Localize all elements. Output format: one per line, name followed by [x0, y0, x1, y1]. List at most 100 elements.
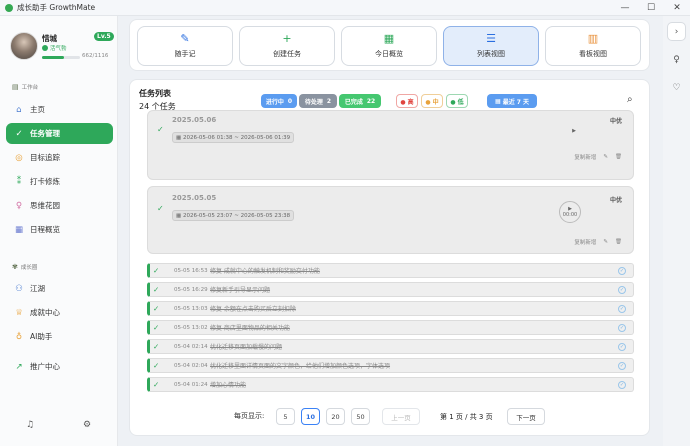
timer-text: 00:00	[562, 212, 578, 218]
task-row[interactable]: ✓ 05-04 02:04 优化迁移里面详情页面的文字颜色，给他们增加颜色选项，字体…	[147, 358, 634, 373]
check-icon[interactable]: ✓	[153, 323, 162, 332]
done-circle-icon[interactable]: ✓	[618, 342, 626, 351]
lightbulb-icon[interactable]: ♀	[667, 50, 686, 69]
task-time: 05-05 13:02	[174, 324, 208, 331]
done-circle-icon[interactable]: ✓	[618, 304, 626, 313]
done-circle-icon[interactable]: ✓	[618, 285, 626, 294]
prev-page-button[interactable]: 上一页	[382, 408, 420, 425]
list-icon: ☰	[486, 32, 496, 45]
priority-filter-1[interactable]: ● 中	[421, 94, 443, 108]
done-circle-icon[interactable]: ✓	[618, 323, 626, 332]
date-range-filter[interactable]: ▦ 最近 7 天	[487, 94, 537, 108]
sidebar-item-5[interactable]: ▦ 日程概览	[6, 219, 113, 240]
check-icon[interactable]: ✓	[153, 266, 162, 275]
maximize-button[interactable]: ☐	[638, 0, 664, 16]
edit-icon[interactable]: ✎	[603, 154, 608, 160]
trash-icon[interactable]: 🗑	[615, 154, 622, 160]
plus-icon: +	[282, 32, 292, 45]
tab-4[interactable]: ▥ 看板视图	[545, 26, 641, 66]
tab-label: 看板视图	[579, 50, 607, 58]
copy-add-button[interactable]: 复制新增	[574, 153, 596, 161]
section-label-growth: ✾ 成长圈	[12, 263, 38, 271]
sidebar: 惜城 Lv.5 活气勃 662/1116 ▤ 工作台 ⌂ 主页 ✓ 任务管理 ◎ 目标追踪 ⁑…	[0, 16, 118, 446]
xp-text: 662/1116	[82, 53, 109, 59]
collapse-icon[interactable]: ›	[667, 22, 686, 41]
sidebar-item-4[interactable]: ♀ 思维花园	[6, 195, 113, 216]
card-actions: 复制新增 ✎ 🗑	[574, 153, 622, 161]
search-icon[interactable]: ⌕	[627, 94, 633, 105]
check-icon[interactable]: ✓	[157, 204, 164, 213]
status-filter-0[interactable]: 进行中 0	[261, 94, 297, 108]
sidebar-item-promo[interactable]: ↗ 推广中心	[6, 356, 113, 377]
status-filter-2[interactable]: 已完成 22	[339, 94, 381, 108]
status-filter-1[interactable]: 待处理 2	[299, 94, 337, 108]
check-icon[interactable]: ✓	[153, 380, 162, 389]
sidebar-item-label: 打卡修炼	[30, 177, 60, 186]
task-row[interactable]: ✓ 05-05 16:53 修复 成就中心的触发机制和奖励交付功能 ✓	[147, 263, 634, 278]
close-button[interactable]: ✕	[664, 0, 690, 16]
edit-icon[interactable]: ✎	[603, 239, 608, 245]
sidebar-item-label: 日程概览	[30, 225, 60, 234]
sidebar-item-0[interactable]: ⌂ 主页	[6, 99, 113, 120]
trash-icon[interactable]: 🗑	[615, 239, 622, 245]
task-text: 优化迁移里面详情页面的文字颜色，给他们增加颜色选项，字体选项	[210, 363, 391, 370]
task-row[interactable]: ✓ 05-05 16:29 修复新手引导显示问题 ✓	[147, 282, 634, 297]
minimize-button[interactable]: —	[612, 0, 638, 16]
home-icon: ⌂	[16, 104, 22, 115]
check-icon[interactable]: ✓	[157, 125, 164, 134]
bell-icon[interactable]: ♫	[26, 420, 34, 430]
filter-count: 0	[287, 97, 293, 105]
grid-icon: ▦	[383, 32, 395, 45]
copy-add-button[interactable]: 复制新增	[574, 238, 596, 246]
task-row[interactable]: ✓ 05-05 13:02 修复 商店里面物品的相关功能 ✓	[147, 320, 634, 335]
page-size-20[interactable]: 20	[326, 408, 345, 425]
check-icon[interactable]: ✓	[153, 361, 162, 370]
task-check-icon: ✓	[15, 128, 23, 139]
task-time: 05-04 02:14	[174, 343, 208, 350]
sidebar-item-growth-0[interactable]: ⚇ 江湖	[6, 278, 113, 299]
timer-play-button[interactable]: ▶	[567, 124, 581, 138]
tab-1[interactable]: + 创建任务	[239, 26, 335, 66]
sidebar-item-label: 任务管理	[30, 129, 60, 138]
check-icon[interactable]: ✓	[153, 285, 162, 294]
next-page-button[interactable]: 下一页	[507, 408, 545, 425]
done-circle-icon[interactable]: ✓	[618, 380, 626, 389]
task-card[interactable]: ✓ 2025.05.06 ▦ 2026-05-06 01:38 ~ 2026-05-…	[147, 110, 634, 180]
sidebar-item-1[interactable]: ✓ 任务管理	[6, 123, 113, 144]
sidebar-item-label: 目标追踪	[30, 153, 60, 162]
done-circle-icon[interactable]: ✓	[618, 361, 626, 370]
task-row[interactable]: ✓ 05-04 02:14 优化迁移页面加载慢的问题 ✓	[147, 339, 634, 354]
avatar[interactable]	[10, 32, 38, 60]
page-size-10[interactable]: 10	[301, 408, 320, 425]
timer-play-button[interactable]: ▶ 00:00	[559, 201, 581, 223]
tab-3[interactable]: ☰ 列表视图	[443, 26, 539, 66]
sidebar-item-label: 思维花园	[30, 201, 60, 210]
settings-icon[interactable]: ⚙	[83, 420, 91, 430]
task-card[interactable]: ✓ 2025.05.05 ▦ 2026-05-05 23:07 ~ 2026-05-…	[147, 186, 634, 254]
priority-filter-2[interactable]: ● 低	[446, 94, 468, 108]
view-tabs: ✎ 随手记 + 创建任务 ▦ 今日概览 ☰ 列表视图 ▥ 看板视图	[129, 19, 650, 71]
heart-icon[interactable]: ♡	[667, 78, 686, 97]
tab-2[interactable]: ▦ 今日概览	[341, 26, 437, 66]
tab-label: 创建任务	[273, 50, 301, 58]
calendar-icon: ▦	[14, 224, 24, 235]
done-circle-icon[interactable]: ✓	[618, 266, 626, 275]
task-time: 05-05 16:53	[174, 267, 208, 274]
tab-label: 列表视图	[477, 50, 505, 58]
user-profile[interactable]: 惜城 Lv.5 活气勃 662/1116	[10, 32, 114, 62]
priority-filter-0[interactable]: ● 高	[396, 94, 418, 108]
tab-0[interactable]: ✎ 随手记	[137, 26, 233, 66]
check-icon[interactable]: ✓	[153, 304, 162, 313]
task-time-range: ▦ 2026-05-05 23:07 ~ 2026-05-05 23:38	[172, 210, 295, 221]
target-icon: ◎	[15, 152, 23, 163]
task-row[interactable]: ✓ 05-05 13:03 修复 余额在点击购买后立刻扣除 ✓	[147, 301, 634, 316]
trend-icon: ↗	[15, 361, 23, 372]
sidebar-item-growth-1[interactable]: ♕ 成就中心	[6, 302, 113, 323]
sidebar-item-2[interactable]: ◎ 目标追踪	[6, 147, 113, 168]
page-size-50[interactable]: 50	[351, 408, 370, 425]
page-size-5[interactable]: 5	[276, 408, 295, 425]
task-row[interactable]: ✓ 05-04 01:24 增加心情功能 ✓	[147, 377, 634, 392]
check-icon[interactable]: ✓	[153, 342, 162, 351]
sidebar-item-3[interactable]: ⁑ 打卡修炼	[6, 171, 113, 192]
sidebar-item-growth-2[interactable]: ♁ AI助手	[6, 326, 113, 347]
